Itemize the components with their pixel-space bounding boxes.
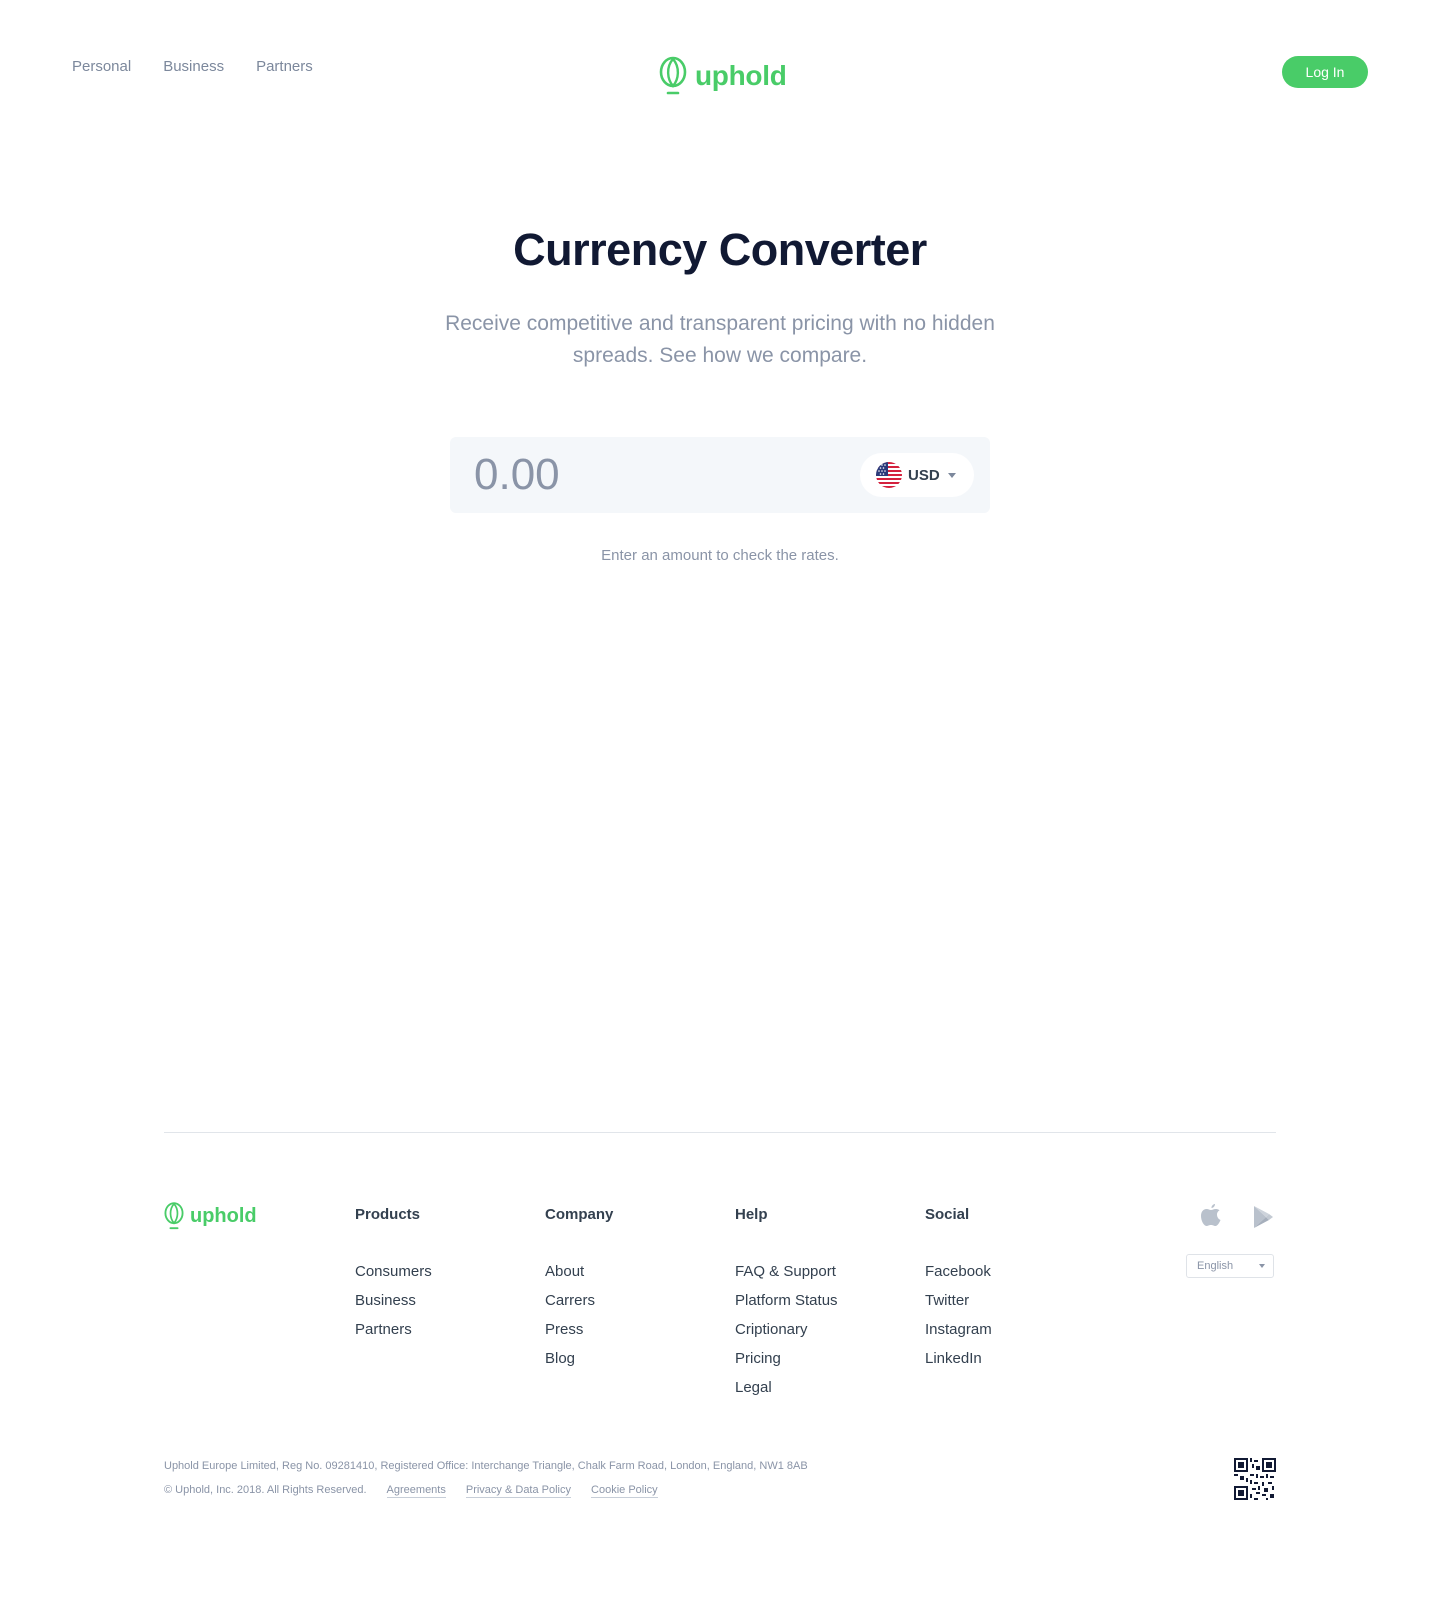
footer-column-title: Social (925, 1206, 970, 1223)
us-flag-icon (876, 462, 902, 488)
footer-link-consumers[interactable]: Consumers (355, 1257, 432, 1286)
copyright: © Uphold, Inc. 2018. All Rights Reserved… (164, 1484, 367, 1496)
login-button[interactable]: Log In (1282, 56, 1368, 88)
qr-code-icon (1234, 1458, 1276, 1500)
footer-link-twitter[interactable]: Twitter (925, 1286, 992, 1315)
converter-hint: Enter an amount to check the rates. (601, 547, 839, 564)
uphold-logo-icon (164, 1202, 184, 1230)
footer-link-business[interactable]: Business (355, 1286, 432, 1315)
footer-column-products: Products Consumers Business Partners (355, 1206, 432, 1344)
link-agreements[interactable]: Agreements (386, 1484, 446, 1498)
legal-links: © Uphold, Inc. 2018. All Rights Reserved… (164, 1484, 658, 1498)
footer-column-help: Help FAQ & Support Platform Status Cript… (735, 1206, 838, 1402)
currency-code: USD (908, 466, 940, 484)
footer-link-faq-support[interactable]: FAQ & Support (735, 1257, 838, 1286)
footer-column-title: Products (355, 1206, 421, 1223)
language-value: English (1197, 1260, 1234, 1272)
currency-converter: USD (450, 437, 990, 513)
page-title: Currency Converter (513, 224, 927, 275)
nav-personal[interactable]: Personal (72, 58, 131, 75)
footer-column-company: Company About Carrers Press Blog (545, 1206, 613, 1373)
nav-partners[interactable]: Partners (256, 58, 313, 75)
top-nav: Personal Business Partners (72, 58, 313, 75)
footer-link-legal[interactable]: Legal (735, 1373, 838, 1402)
footer-link-press[interactable]: Press (545, 1315, 613, 1344)
uphold-logo[interactable]: uphold (659, 55, 787, 97)
language-select[interactable]: English (1186, 1254, 1274, 1278)
page-subtitle: Receive competitive and transparent pric… (445, 312, 995, 367)
footer-link-linkedin[interactable]: LinkedIn (925, 1344, 992, 1373)
footer-link-about[interactable]: About (545, 1257, 613, 1286)
footer-logo-wordmark: uphold (190, 1204, 257, 1227)
uphold-logo-icon (659, 56, 687, 95)
legal-registration: Uphold Europe Limited, Reg No. 09281410,… (164, 1460, 808, 1472)
chevron-down-icon (947, 472, 956, 478)
footer-column-title: Help (735, 1206, 768, 1223)
link-privacy-data-policy[interactable]: Privacy & Data Policy (465, 1484, 572, 1498)
link-cookie-policy[interactable]: Cookie Policy (591, 1484, 658, 1498)
apple-icon[interactable] (1200, 1203, 1222, 1227)
google-play-icon[interactable] (1252, 1205, 1274, 1229)
footer-column-title: Company (545, 1206, 614, 1223)
footer-divider (164, 1132, 1276, 1133)
footer-link-criptionary[interactable]: Criptionary (735, 1315, 838, 1344)
footer-uphold-logo[interactable]: uphold (164, 1200, 257, 1232)
logo-wordmark: uphold (695, 60, 787, 91)
footer-link-platform-status[interactable]: Platform Status (735, 1286, 838, 1315)
footer-link-facebook[interactable]: Facebook (925, 1257, 992, 1286)
nav-business[interactable]: Business (163, 58, 224, 75)
footer-link-instagram[interactable]: Instagram (925, 1315, 992, 1344)
footer-link-pricing[interactable]: Pricing (735, 1344, 838, 1373)
footer-column-social: Social Facebook Twitter Instagram Linked… (925, 1206, 992, 1373)
chevron-down-icon (1259, 1264, 1265, 1268)
footer-link-blog[interactable]: Blog (545, 1344, 613, 1373)
footer-link-careers[interactable]: Carrers (545, 1286, 613, 1315)
footer-link-partners[interactable]: Partners (355, 1315, 432, 1344)
currency-select[interactable]: USD (860, 453, 974, 497)
amount-input[interactable] (474, 445, 834, 505)
